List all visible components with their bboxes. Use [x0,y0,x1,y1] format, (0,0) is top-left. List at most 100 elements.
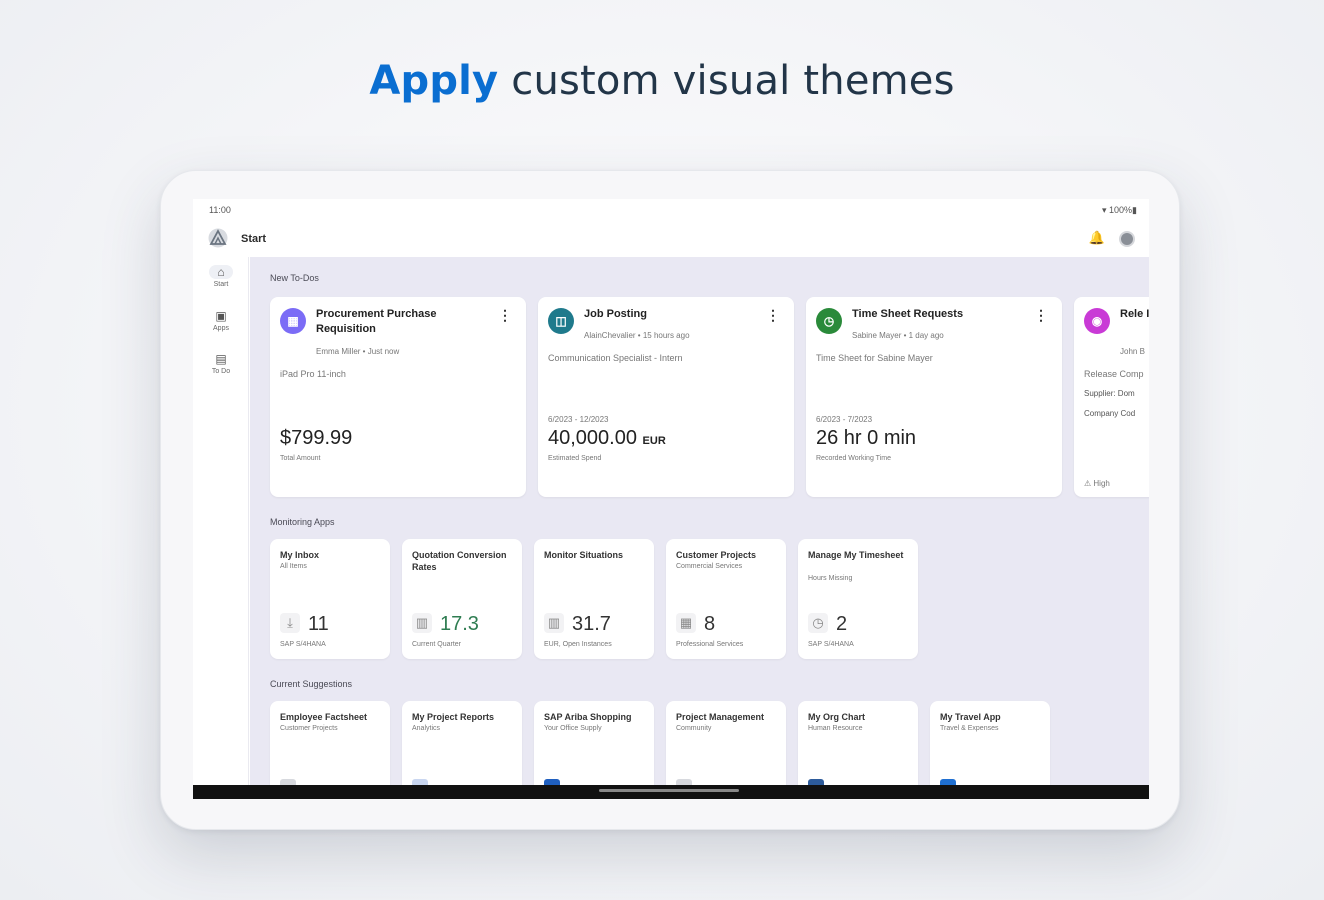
todo-meta: John B [1120,347,1145,356]
todo-amount-label: Estimated Spend [548,455,602,462]
nav-item-start[interactable]: ⌂ Start [193,265,249,288]
tile-subtitle: Analytics [412,725,441,732]
status-time: 11:00 [209,205,231,215]
todo-card-time-sheet[interactable]: ◷ Time Sheet Requests ⋮ Sabine Mayer • 1… [806,297,1062,497]
tile-footer: SAP S/4HANA [280,641,326,648]
todo-icon: ▤ [215,352,227,366]
todo-card-release-invoice[interactable]: ◉ Rele Invo John B Release Comp Supplier… [1074,297,1149,497]
tile-title: Quotation Conversion Rates [412,550,507,572]
home-indicator[interactable] [599,789,739,792]
job-posting-icon: ◫ [548,308,574,334]
nav-item-apps[interactable]: ▣ Apps [193,309,249,332]
section-title-monitoring: Monitoring Apps [270,517,335,527]
sap-logo-icon[interactable] [207,228,229,248]
clock-icon: ◷ [808,613,828,633]
todo-title: Rele Invo [1120,308,1149,320]
headline-accent: Apply [369,58,499,104]
tile-employee-factsheet[interactable]: Employee Factsheet Customer Projects [270,701,390,789]
tile-subtitle: Customer Projects [280,725,338,732]
todo-title: Time Sheet Requests [852,308,964,320]
tile-title: Customer Projects [676,550,757,560]
todo-description: Release Comp [1084,369,1144,379]
avatar[interactable] [1119,231,1135,247]
tile-my-travel-app[interactable]: My Travel App Travel & Expenses [930,701,1050,789]
tile-subtitle: Travel & Expenses [940,725,999,732]
amount-currency: EUR [642,435,666,447]
todo-card-job-posting[interactable]: ◫ Job Posting ⋮ AlainChevalier • 15 hour… [538,297,794,497]
timesheet-icon: ◷ [816,308,842,334]
todo-date-range: 6/2023 - 7/2023 [816,415,873,424]
tile-subtitle: Commercial Services [676,563,743,570]
todo-amount-label: Total Amount [280,455,321,462]
todo-priority: ⚠ High [1084,479,1110,488]
todo-amount-label: Recorded Working Time [816,455,891,462]
amount-value: 40,000.00 [548,427,637,449]
tablet-frame: 11:00 ▾ 100%▮ Start 🔔 ⌂ Start ▣ Apps ▤ T… [160,170,1180,830]
tile-value: 8 [704,613,716,635]
tile-subtitle: All Items [280,563,307,570]
todo-meta: Sabine Mayer • 1 day ago [852,331,944,340]
project-icon: ▦ [676,613,696,633]
todo-date-range: 6/2023 - 12/2023 [548,415,609,424]
more-options-icon[interactable]: ⋮ [1034,307,1048,324]
tablet-screen: 11:00 ▾ 100%▮ Start 🔔 ⌂ Start ▣ Apps ▤ T… [193,199,1149,799]
nav-item-label: Apps [213,325,229,332]
tile-manage-timesheet[interactable]: Manage My Timesheet Hours Missing ◷ 2 SA… [798,539,918,659]
tile-my-inbox[interactable]: My Inbox All Items ⤓ 11 SAP S/4HANA [270,539,390,659]
tile-title: My Travel App [940,712,1001,722]
todo-meta: Emma Miller • Just now [316,347,400,356]
home-icon: ⌂ [209,265,233,279]
tile-title: My Inbox [280,550,320,560]
home-indicator-bar [193,785,1149,799]
page-title: Start [241,233,267,245]
tile-value: 11 [308,613,329,635]
todo-description: iPad Pro 11-inch [280,369,346,379]
tile-subtitle: Your Office Supply [544,725,602,732]
tile-my-org-chart[interactable]: My Org Chart Human Resource [798,701,918,789]
todo-amount: 40,000.00 EUR [548,427,666,450]
chart-icon: ▥ [412,613,432,633]
section-title-todos: New To-Dos [270,273,319,283]
nav-item-label: Start [213,281,229,288]
headline: Apply custom visual themes [0,58,1324,104]
tile-monitor-situations[interactable]: Monitor Situations ▥ 31.7 EUR, Open Inst… [534,539,654,659]
main-content: New To-Dos ▦ Procurement Purchase Requis… [250,257,1149,789]
apps-icon: ▣ [215,309,227,323]
todo-description: Time Sheet for Sabine Mayer [816,353,933,363]
more-options-icon[interactable]: ⋮ [498,307,512,324]
app-bar: Start 🔔 [193,223,1149,257]
nav-item-todo[interactable]: ▤ To Do [193,352,249,375]
notifications-icon[interactable]: 🔔 [1089,230,1105,246]
todo-supplier: Supplier: Dom [1084,389,1135,398]
battery-level: 100% [1109,205,1133,215]
todo-amount: $799.99 [280,427,352,450]
tile-customer-projects[interactable]: Customer Projects Commercial Services ▦ … [666,539,786,659]
tile-subtitle: Community [676,725,712,732]
todo-description: Communication Specialist - Intern [548,353,683,363]
amount-value: $799.99 [280,427,353,449]
tile-title: My Project Reports [412,712,495,722]
tile-my-project-reports[interactable]: My Project Reports Analytics [402,701,522,789]
requisition-icon: ▦ [280,308,306,334]
wifi-icon: ▾ [1101,205,1110,215]
todo-amount: 26 hr 0 min [816,427,916,450]
tile-footer: Current Quarter [412,641,462,648]
tile-value: 31.7 [572,613,611,635]
tile-quotation-conversion[interactable]: Quotation Conversion Rates ▥ 17.3 Curren… [402,539,522,659]
status-battery: ▾ 100%▮ [1102,205,1137,216]
tile-subtitle: Hours Missing [808,575,853,582]
tile-title: Manage My Timesheet [808,550,904,560]
status-bar: 11:00 ▾ 100%▮ [209,203,1137,219]
tile-project-management[interactable]: Project Management Community [666,701,786,789]
tile-title: SAP Ariba Shopping [544,712,632,722]
more-options-icon[interactable]: ⋮ [766,307,780,324]
todo-card-procurement[interactable]: ▦ Procurement Purchase Requisition ⋮ Emm… [270,297,526,497]
inbox-icon: ⤓ [280,613,300,633]
tile-sap-ariba-shopping[interactable]: SAP Ariba Shopping Your Office Supply [534,701,654,789]
battery-icon: ▮ [1132,205,1137,215]
view-icon: ◉ [1084,308,1110,334]
tile-title: Project Management [676,712,765,722]
priority-icon: ⚠ [1084,479,1094,488]
amount-value: 26 hr 0 min [816,427,917,449]
tile-title: Employee Factsheet [280,712,368,722]
